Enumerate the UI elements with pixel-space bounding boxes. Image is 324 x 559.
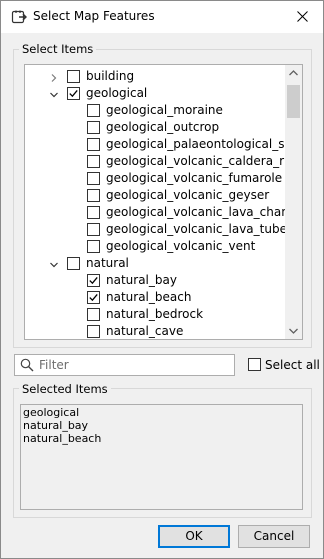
title-bar[interactable]: Select Map Features: [1, 1, 323, 33]
scroll-up-arrow-icon[interactable]: [285, 65, 302, 82]
filter-field[interactable]: [14, 354, 235, 376]
filter-input[interactable]: [39, 357, 229, 373]
tree-item-checkbox[interactable]: [87, 291, 100, 304]
tree-item-label: geological: [86, 86, 148, 100]
selected-item: geological: [23, 406, 80, 419]
tree-item-label: natural_beach: [106, 290, 192, 304]
tree-item-label: geological_palaeontological_site: [106, 137, 300, 151]
tree-item-natural[interactable]: natural: [25, 255, 287, 272]
select-items-label: Select Items: [19, 42, 97, 56]
tree-scrollbar[interactable]: [285, 65, 302, 339]
scroll-down-arrow-icon[interactable]: [285, 322, 302, 339]
chevron-right-icon[interactable]: [49, 72, 59, 82]
tree-item-label: natural: [86, 256, 129, 270]
tree-item-label: building: [86, 69, 135, 83]
tree-item-checkbox[interactable]: [87, 121, 100, 134]
tree-item-label: natural_bedrock: [106, 307, 204, 321]
close-button[interactable]: [283, 1, 323, 33]
tree-item-checkbox[interactable]: [87, 172, 100, 185]
selected-items-label: Selected Items: [19, 382, 111, 396]
tree-item-geological-volcanic-fumarole[interactable]: geological_volcanic_fumarole: [25, 170, 287, 187]
chevron-down-icon[interactable]: [49, 259, 59, 269]
tree-item-label: geological_volcanic_caldera_rim: [106, 154, 300, 168]
selected-item: natural_beach: [23, 432, 102, 445]
tree-item-checkbox[interactable]: [87, 155, 100, 168]
tree-item-label: natural_bay: [106, 273, 177, 287]
chevron-down-icon[interactable]: [49, 89, 59, 99]
tree-item-building[interactable]: building: [25, 68, 287, 85]
tree-item-natural-bay[interactable]: natural_bay: [25, 272, 287, 289]
tree-item-label: geological_moraine: [106, 103, 223, 117]
tree-item-label: geological_outcrop: [106, 120, 220, 134]
tree-item-label: geological_volcanic_fumarole: [106, 171, 283, 185]
select-features-icon: [11, 9, 27, 25]
tree-item-checkbox[interactable]: [87, 223, 100, 236]
cancel-button[interactable]: Cancel: [238, 525, 310, 548]
feature-tree[interactable]: natural_cave natural_bedrock natural_beach…: [24, 64, 303, 340]
tree-item-geological-palaeontological-site[interactable]: geological_palaeontological_site: [25, 136, 300, 153]
tree-item-geological-volcanic-lava-tube[interactable]: geological_volcanic_lava_tube: [25, 221, 287, 238]
tree-item-label: geological_volcanic_geyser: [106, 188, 270, 202]
selected-items-list[interactable]: geological natural_bay natural_beach: [20, 404, 303, 510]
tree-item-geological-volcanic-geyser[interactable]: geological_volcanic_geyser: [25, 187, 287, 204]
tree-item-checkbox[interactable]: [67, 87, 80, 100]
tree-item-label: geological_volcanic_lava_chan…: [106, 205, 301, 219]
tree-item-checkbox[interactable]: [87, 308, 100, 321]
tree-item-natural-bedrock[interactable]: natural_bedrock: [25, 306, 287, 323]
tree-item-label: natural_cave: [106, 324, 184, 338]
tree-item-label: geological_volcanic_lava_tube: [106, 222, 287, 236]
tree-item-natural-beach[interactable]: natural_beach: [25, 289, 287, 306]
tree-item-checkbox[interactable]: [87, 325, 100, 338]
tree-item-checkbox[interactable]: [87, 240, 100, 253]
window-title: Select Map Features: [33, 9, 155, 23]
ok-button[interactable]: OK: [158, 525, 230, 548]
close-icon: [297, 11, 308, 22]
tree-item-checkbox[interactable]: [87, 138, 100, 151]
selected-item: natural_bay: [23, 419, 89, 432]
tree-item-geological-moraine[interactable]: geological_moraine: [25, 102, 287, 119]
tree-item-checkbox[interactable]: [67, 257, 80, 270]
tree-item-label: geological_volcanic_vent: [106, 239, 256, 253]
select-all-box[interactable]: [248, 358, 261, 371]
tree-item-geological-volcanic-vent[interactable]: geological_volcanic_vent: [25, 238, 287, 255]
search-icon: [20, 358, 34, 372]
tree-item-geological[interactable]: geological: [25, 85, 287, 102]
tree-item-checkbox[interactable]: [87, 206, 100, 219]
tree-item-checkbox[interactable]: [67, 70, 80, 83]
tree-item-geological-volcanic-caldera-rim[interactable]: geological_volcanic_caldera_rim: [25, 153, 299, 170]
tree-item-checkbox[interactable]: [87, 189, 100, 202]
select-all-label: Select all: [265, 358, 320, 372]
tree-item-natural-cave[interactable]: natural_cave: [25, 323, 287, 339]
select-map-features-dialog: Select Map Features Select Items natural…: [0, 0, 324, 559]
tree-item-checkbox[interactable]: [87, 104, 100, 117]
tree-item-checkbox[interactable]: [87, 274, 100, 287]
tree-item-geological-volcanic-lava-chan[interactable]: geological_volcanic_lava_chan…: [25, 204, 301, 221]
scroll-thumb[interactable]: [287, 85, 300, 118]
tree-item-geological-outcrop[interactable]: geological_outcrop: [25, 119, 287, 136]
